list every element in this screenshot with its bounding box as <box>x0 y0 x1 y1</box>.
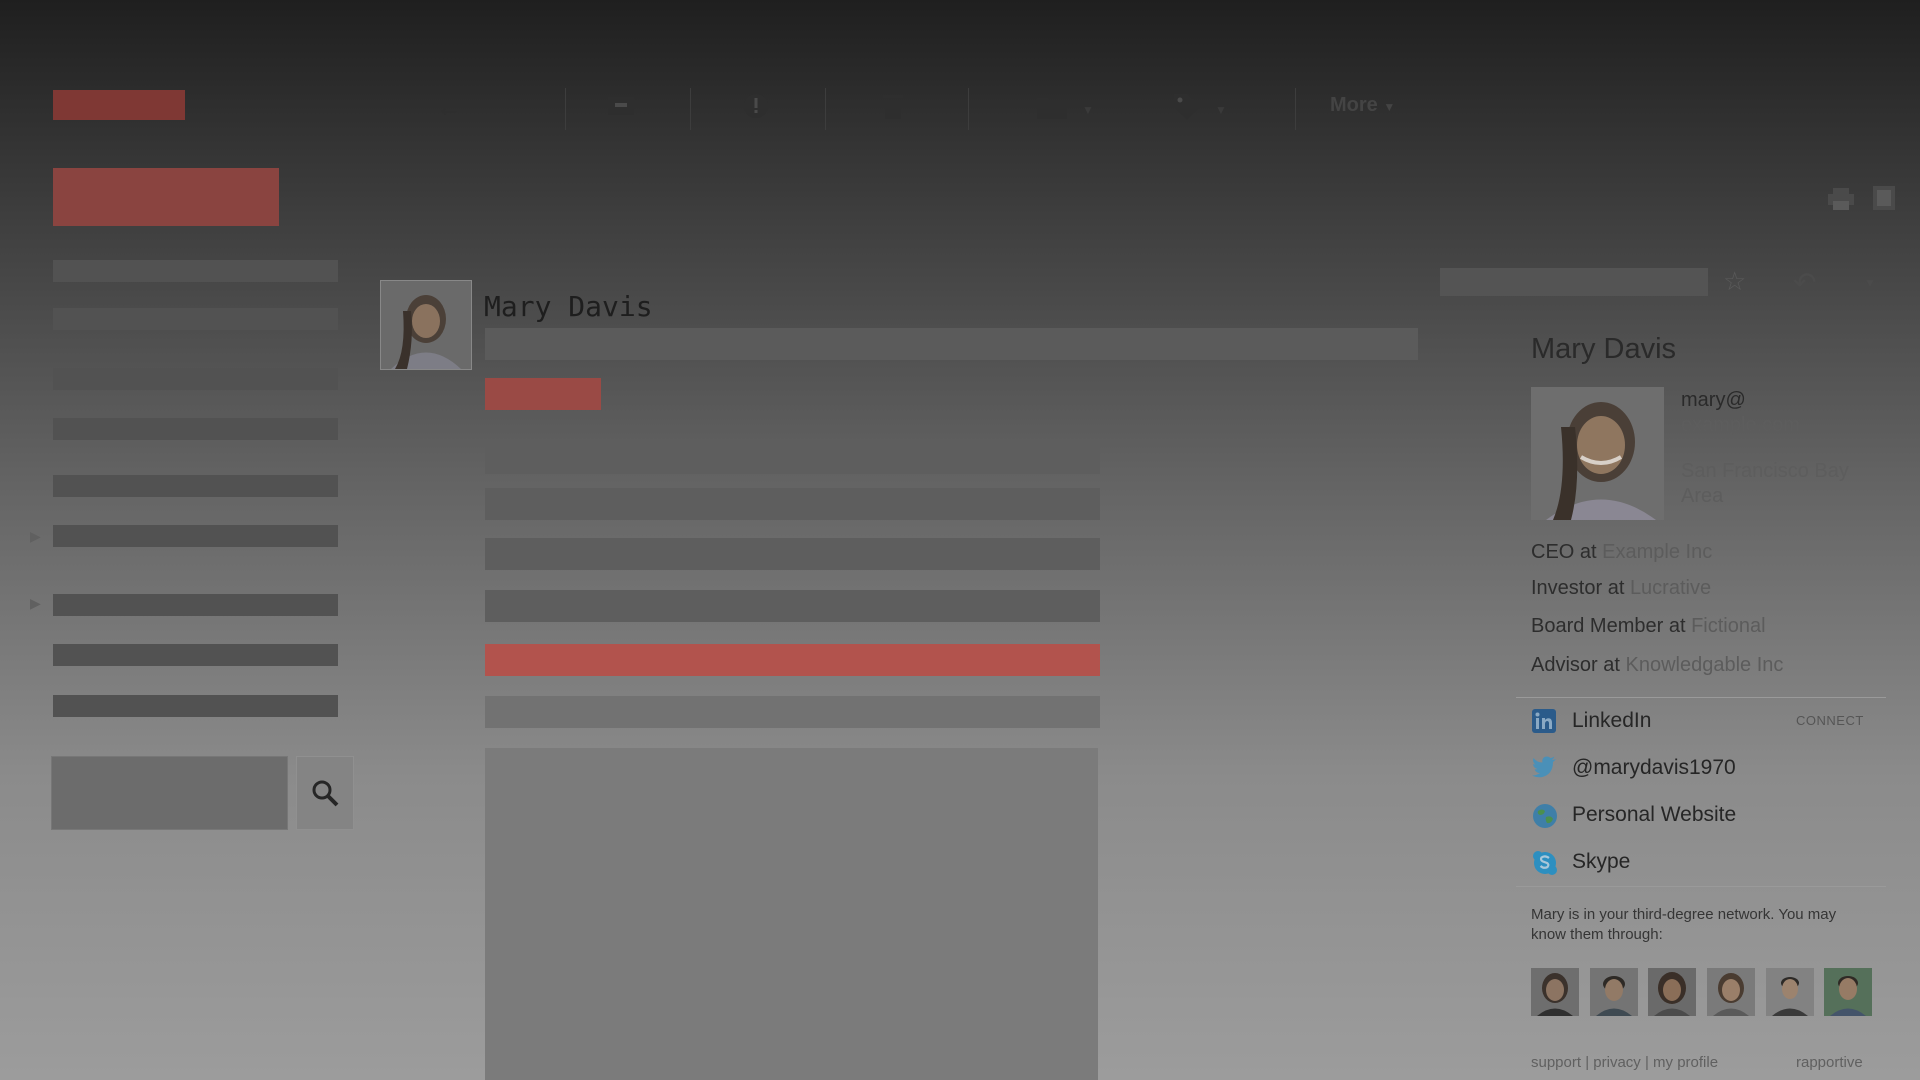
position-role: CEO at <box>1531 541 1603 563</box>
my-profile-link[interactable]: my profile <box>1653 1054 1718 1071</box>
position-item: CEO at Example Inc <box>1531 541 1712 564</box>
app-logo[interactable] <box>53 90 185 120</box>
archive-icon[interactable] <box>607 94 635 122</box>
print-icon[interactable] <box>1828 188 1854 215</box>
position-item: Investor at Lucrative <box>1531 577 1711 600</box>
position-role: Board Member at <box>1531 615 1692 637</box>
support-link[interactable]: support <box>1531 1054 1581 1071</box>
message-text-line <box>485 488 1100 520</box>
new-window-icon[interactable] <box>1873 186 1895 215</box>
personal-website-link[interactable]: Personal Website <box>1572 803 1736 827</box>
search-button[interactable] <box>296 756 354 830</box>
connection-avatar[interactable] <box>1707 968 1755 1016</box>
connect-button[interactable]: CONNECT <box>1796 713 1864 728</box>
message-text-line <box>485 538 1100 570</box>
toolbar-divider <box>968 88 969 130</box>
contact-location-line2: Area <box>1681 485 1724 507</box>
compose-button[interactable] <box>53 168 279 226</box>
connection-avatar[interactable] <box>1648 968 1696 1016</box>
position-company-link[interactable]: Example Inc <box>1602 541 1712 563</box>
message-image <box>485 748 1098 1080</box>
expand-arrow-icon[interactable]: ▶ <box>30 528 41 545</box>
position-company-link[interactable]: Knowledgable Inc <box>1625 654 1783 676</box>
contact-name: Mary Davis <box>1531 333 1677 365</box>
chevron-down-icon[interactable]: ▼ <box>1864 276 1876 290</box>
message-text-line <box>485 442 1100 474</box>
nav-item[interactable] <box>53 368 338 390</box>
more-button[interactable]: More ▼ <box>1330 94 1395 117</box>
twitter-icon <box>1532 756 1556 780</box>
spam-icon[interactable] <box>742 92 770 124</box>
network-text: Mary is in your third-degree network. Yo… <box>1531 906 1837 943</box>
position-company-link[interactable]: Lucrative <box>1630 577 1711 599</box>
contact-email[interactable]: mary@ example.com <box>1681 388 1800 438</box>
skype-icon <box>1532 850 1557 875</box>
folder-icon[interactable] <box>1036 94 1068 124</box>
toolbar-divider <box>690 88 691 130</box>
linkedin-link[interactable]: LinkedIn <box>1572 709 1651 733</box>
connection-avatar[interactable] <box>1824 968 1872 1016</box>
footer-separator: | <box>1640 1054 1654 1071</box>
position-item: Board Member at Fictional <box>1531 615 1766 638</box>
sidebar-divider <box>1516 697 1886 698</box>
rapportive-brand-link[interactable]: rapportive <box>1796 1054 1863 1071</box>
search-input[interactable] <box>51 756 288 830</box>
message-date <box>1440 268 1708 296</box>
nav-item[interactable] <box>53 418 338 440</box>
message-tag[interactable] <box>485 378 601 410</box>
trash-icon[interactable] <box>881 92 905 124</box>
label-icon[interactable] <box>1172 92 1202 126</box>
nav-item[interactable] <box>53 695 338 717</box>
position-role: Advisor at <box>1531 654 1626 676</box>
sender-name: Mary Davis <box>484 290 653 323</box>
contact-location-line1: San Francisco Bay <box>1681 460 1849 482</box>
reply-icon[interactable]: ↶ <box>1793 266 1816 299</box>
nav-item[interactable] <box>53 260 338 282</box>
sender-avatar <box>380 280 472 370</box>
expand-arrow-icon[interactable]: ▶ <box>30 595 41 612</box>
nav-item[interactable] <box>53 475 338 497</box>
sidebar-footer-links: support | privacy | my profile <box>1531 1054 1718 1071</box>
toolbar-divider <box>565 88 566 130</box>
connection-avatar[interactable] <box>1590 968 1638 1016</box>
nav-item[interactable] <box>53 308 338 330</box>
contact-location: San Francisco Bay Area <box>1681 459 1849 509</box>
contact-email-user: mary@ <box>1681 389 1746 411</box>
toolbar-divider <box>825 88 826 130</box>
footer-separator: | <box>1581 1054 1594 1071</box>
contact-photo <box>1531 387 1664 520</box>
message-text-line <box>485 590 1100 622</box>
privacy-link[interactable]: privacy <box>1593 1054 1641 1071</box>
chevron-down-icon[interactable]: ▼ <box>1215 103 1227 117</box>
position-company-link[interactable]: Fictional <box>1691 615 1765 637</box>
star-icon[interactable]: ☆ <box>1723 266 1746 297</box>
position-role: Investor at <box>1531 577 1630 599</box>
chevron-down-icon[interactable]: ▼ <box>1082 103 1094 117</box>
contact-email-domain: example.com <box>1681 414 1800 436</box>
toolbar-divider <box>1295 88 1296 130</box>
message-text-line <box>485 696 1100 728</box>
linkedin-icon <box>1532 709 1556 733</box>
skype-link[interactable]: Skype <box>1572 850 1630 874</box>
connection-avatar[interactable] <box>1531 968 1579 1016</box>
message-link-line[interactable] <box>485 644 1100 676</box>
back-arrow-icon[interactable]: ← <box>436 94 462 120</box>
twitter-link[interactable]: @marydavis1970 <box>1572 756 1736 780</box>
nav-item[interactable] <box>53 594 338 616</box>
globe-icon <box>1532 803 1557 828</box>
search-icon <box>312 780 339 807</box>
connection-avatar[interactable] <box>1766 968 1814 1016</box>
subject-placeholder <box>485 328 1418 360</box>
nav-item[interactable] <box>53 644 338 666</box>
sidebar-divider <box>1516 886 1886 887</box>
more-label: More <box>1330 94 1378 116</box>
nav-item[interactable] <box>53 525 338 547</box>
position-item: Advisor at Knowledgable Inc <box>1531 654 1783 677</box>
